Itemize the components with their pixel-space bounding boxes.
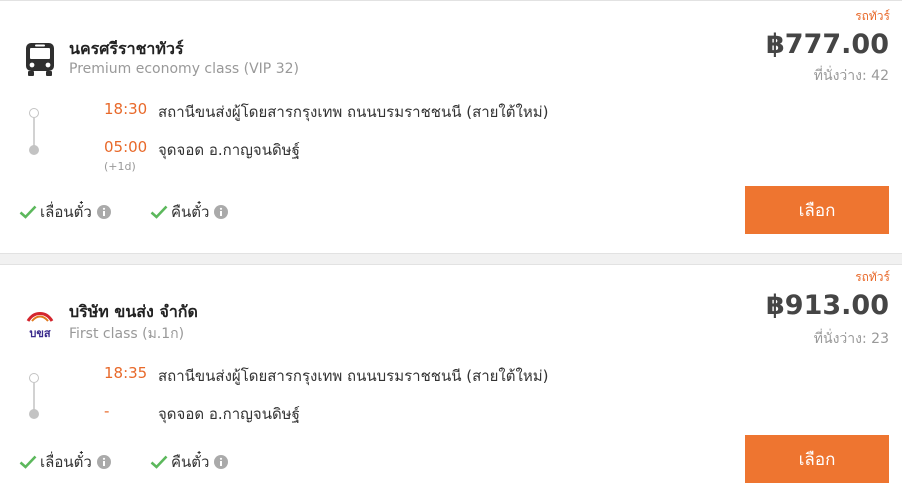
info-icon[interactable]: [214, 455, 229, 469]
feature-label: เลื่อนตั๋ว: [40, 203, 92, 221]
seats-label: ที่นั่งว่าง:: [813, 331, 867, 347]
seats-available: ที่นั่งว่าง: 23: [814, 328, 889, 350]
arrival-place: จุดจอด อ.กาญจนดิษฐ์: [158, 141, 300, 159]
bus-type-tag: รถทัวร์: [855, 270, 890, 284]
feature-label: คืนตั๋ว: [171, 453, 210, 471]
departure-dot: [29, 108, 39, 118]
trip-card: รถทัวร์ นครศรีราชาทัวร์ Premium economy …: [0, 0, 902, 254]
departure-time: 18:30: [104, 100, 148, 118]
check-icon: [19, 455, 37, 469]
arrival-day-offset: (+1d): [104, 160, 136, 173]
operator-name: บริษัท ขนส่ง จำกัด: [69, 302, 198, 321]
bus-class: Premium economy class (VIP 32): [69, 61, 299, 77]
seats-value: 23: [871, 331, 889, 347]
check-icon: [19, 205, 37, 219]
departure-time: 18:35: [104, 364, 148, 382]
transport-co-logo: บขส: [26, 312, 54, 340]
arrival-time: -: [104, 402, 110, 420]
seats-available: ที่นั่งว่าง: 42: [814, 65, 889, 87]
operator-name: นครศรีราชาทัวร์: [69, 39, 184, 58]
info-icon[interactable]: [96, 205, 111, 219]
info-icon[interactable]: [214, 205, 229, 219]
departure-dot: [29, 373, 39, 383]
seats-label: ที่นั่งว่าง:: [813, 68, 867, 84]
price: ฿777.00: [766, 29, 889, 60]
bus-type-tag: รถทัวร์: [855, 9, 890, 23]
seats-value: 42: [871, 68, 889, 84]
trip-card: รถทัวร์ บขส บริษัท ขนส่ง จำกัด First cla…: [0, 264, 902, 502]
departure-place: สถานีขนส่งผู้โดยสารกรุงเทพ ถนนบรมราชชนนี…: [158, 367, 549, 385]
price: ฿913.00: [766, 290, 889, 321]
svg-text:บขส: บขส: [29, 327, 51, 340]
feature-label: คืนตั๋ว: [171, 203, 210, 221]
feature-label: เลื่อนตั๋ว: [40, 453, 92, 471]
route-timeline: [29, 373, 39, 421]
route-timeline: [29, 108, 39, 158]
select-button[interactable]: เลือก: [745, 435, 889, 483]
departure-place: สถานีขนส่งผู้โดยสารกรุงเทพ ถนนบรมราชชนนี…: [158, 103, 549, 121]
arrival-place: จุดจอด อ.กาญจนดิษฐ์: [158, 405, 300, 423]
arrival-dot: [29, 409, 39, 419]
feature-change-ticket: เลื่อนตั๋ว: [19, 200, 111, 224]
timeline-line: [33, 383, 35, 411]
select-button[interactable]: เลือก: [745, 186, 889, 234]
info-icon[interactable]: [96, 455, 111, 469]
bus-icon: [26, 43, 54, 76]
bus-class: First class (ม.1ก): [69, 326, 185, 342]
check-icon: [150, 205, 168, 219]
arrival-time: 05:00: [104, 138, 148, 156]
check-icon: [150, 455, 168, 469]
timeline-line: [33, 118, 35, 148]
feature-change-ticket: เลื่อนตั๋ว: [19, 450, 111, 474]
feature-refund-ticket: คืนตั๋ว: [150, 450, 229, 474]
feature-refund-ticket: คืนตั๋ว: [150, 200, 229, 224]
arrival-dot: [29, 145, 39, 155]
